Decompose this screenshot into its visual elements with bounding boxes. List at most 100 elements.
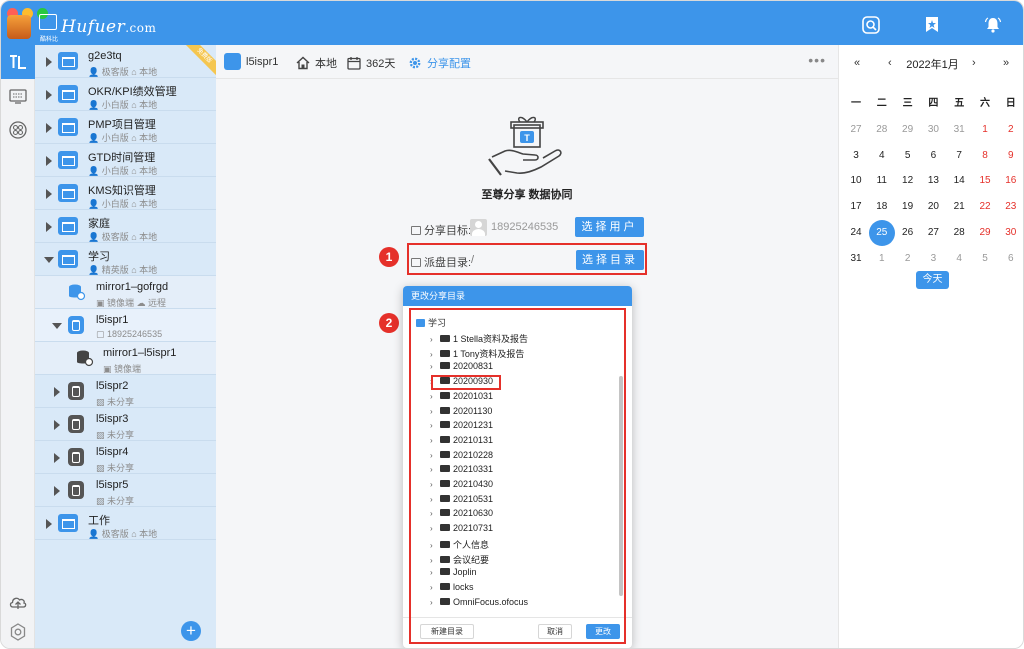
expand-arrow-icon[interactable] (46, 222, 52, 232)
add-workspace-button[interactable]: + (181, 621, 201, 641)
expand-arrow-icon[interactable] (46, 156, 52, 166)
logo-icon (10, 55, 26, 69)
pin-icon[interactable] (923, 16, 941, 34)
tree-node-l5ispr5[interactable]: l5ispr5 ▨ 未分享 (35, 474, 216, 507)
dir-label: 派盘目录: (411, 254, 471, 270)
calendar-day[interactable]: 30 (998, 223, 1023, 243)
calendar-day[interactable]: 6 (920, 146, 946, 166)
tree-node-pmp[interactable]: PMP项目管理 👤 小白版 ⌂ 本地 (35, 111, 216, 144)
calendar-day[interactable]: 16 (998, 171, 1023, 191)
tree-node-mirror-l5ispr1[interactable]: mirror1–l5ispr1 ▣ 镜像端 (35, 342, 216, 375)
tree-node-work[interactable]: 工作 👤 极客版 ⌂ 本地 (35, 507, 216, 540)
next-month-button[interactable]: › (972, 57, 976, 69)
database-icon (66, 283, 86, 301)
calendar-day[interactable]: 27 (920, 223, 946, 243)
calendar-day[interactable]: 12 (895, 171, 921, 191)
gift-share-icon: T (487, 113, 569, 185)
calendar-day[interactable]: 13 (920, 171, 946, 191)
workspace-tree: g2e3tq 👤 极客版 ⌂ 本地 免费版 OKR/KPI绩效管理 👤 小白版 … (35, 45, 216, 648)
calendar-day[interactable]: 25 (868, 220, 895, 246)
calendar-day[interactable]: 2 (998, 120, 1023, 140)
app-thumbnail-icon[interactable] (7, 15, 31, 39)
calendar-day[interactable]: 23 (998, 197, 1023, 217)
rail-item-keyboard[interactable] (1, 79, 35, 113)
calendar-day[interactable]: 11 (869, 171, 895, 191)
calendar-day[interactable]: 28 (946, 223, 972, 243)
tree-node-okr[interactable]: OKR/KPI绩效管理 👤 小白版 ⌂ 本地 (35, 78, 216, 111)
calendar-day[interactable]: 10 (843, 171, 869, 191)
expand-arrow-icon[interactable] (46, 123, 52, 133)
expand-arrow-icon[interactable] (54, 486, 60, 496)
collapse-arrow-icon[interactable] (44, 257, 54, 263)
next-year-button[interactable]: » (1003, 57, 1009, 69)
rail-item-home[interactable] (1, 45, 35, 79)
calendar-day[interactable]: 27 (843, 120, 869, 140)
folder-image-icon (411, 258, 421, 267)
calendar-day[interactable]: 4 (946, 249, 972, 269)
tree-node-l5ispr2[interactable]: l5ispr2 ▨ 未分享 (35, 375, 216, 408)
tree-node-g2e3tq[interactable]: g2e3tq 👤 极客版 ⌂ 本地 免费版 (35, 45, 216, 78)
bell-icon[interactable] (984, 16, 1002, 34)
more-options-button[interactable]: ••• (808, 52, 826, 68)
tree-node-mirror-gofrgd[interactable]: mirror1–gofrgd ▣ 镜像端 ☁ 远程 (35, 276, 216, 309)
calendar-day[interactable]: 17 (843, 197, 869, 217)
node-title: mirror1–gofrgd (96, 281, 169, 293)
calendar-day[interactable]: 22 (972, 197, 998, 217)
tree-node-gtd[interactable]: GTD时间管理 👤 小白版 ⌂ 本地 (35, 144, 216, 177)
calendar-day[interactable]: 31 (843, 249, 869, 269)
calendar-day[interactable]: 21 (946, 197, 972, 217)
calendar-day[interactable]: 19 (895, 197, 921, 217)
calendar-day[interactable]: 4 (869, 146, 895, 166)
expand-arrow-icon[interactable] (46, 519, 52, 529)
calendar-day[interactable]: 2 (895, 249, 921, 269)
tree-node-l5ispr3[interactable]: l5ispr3 ▨ 未分享 (35, 408, 216, 441)
calendar-day[interactable]: 6 (998, 249, 1023, 269)
calendar-day[interactable]: 20 (920, 197, 946, 217)
calendar-day[interactable]: 24 (843, 223, 869, 243)
search-icon[interactable] (862, 16, 880, 34)
node-title: GTD时间管理 (88, 152, 156, 164)
calendar-day[interactable]: 7 (946, 146, 972, 166)
expand-arrow-icon[interactable] (54, 387, 60, 397)
avatar (470, 219, 487, 236)
calendar-day[interactable]: 15 (972, 171, 998, 191)
select-user-button[interactable]: 选择用户 (575, 217, 644, 237)
calendar-day[interactable]: 5 (972, 249, 998, 269)
calendar-day[interactable]: 1 (972, 120, 998, 140)
today-button[interactable]: 今天 (916, 271, 949, 289)
rail-item-settings[interactable] (1, 615, 35, 648)
calendar-day[interactable]: 29 (895, 120, 921, 140)
collapse-arrow-icon[interactable] (52, 323, 62, 329)
share-config-link[interactable]: 分享配置 (408, 55, 471, 71)
calendar-day[interactable]: 18 (869, 197, 895, 217)
calendar-day[interactable]: 1 (869, 249, 895, 269)
calendar-day[interactable]: 30 (920, 120, 946, 140)
calendar-day[interactable]: 28 (869, 120, 895, 140)
calendar-day[interactable]: 8 (972, 146, 998, 166)
tree-node-kms[interactable]: KMS知识管理 👤 小白版 ⌂ 本地 (35, 177, 216, 210)
tree-node-l5ispr4[interactable]: l5ispr4 ▨ 未分享 (35, 441, 216, 474)
calendar-day-label: 7 (956, 149, 962, 161)
expand-arrow-icon[interactable] (46, 90, 52, 100)
calendar-day[interactable]: 14 (946, 171, 972, 191)
select-dir-button[interactable]: 选择目录 (576, 250, 644, 270)
calendar-day[interactable]: 9 (998, 146, 1023, 166)
calendar-day[interactable]: 3 (843, 146, 869, 166)
expand-arrow-icon[interactable] (54, 453, 60, 463)
tree-node-family[interactable]: 家庭 👤 极客版 ⌂ 本地 (35, 210, 216, 243)
calendar-day-label: 6 (1008, 252, 1014, 264)
expand-arrow-icon[interactable] (46, 57, 52, 67)
tree-node-study[interactable]: 学习 👤 精英版 ⌂ 本地 (35, 243, 216, 276)
calendar-day[interactable]: 29 (972, 223, 998, 243)
tree-node-l5ispr1[interactable]: l5ispr1 ▢ 18925246535 (35, 309, 216, 342)
calendar-day[interactable]: 5 (895, 146, 921, 166)
calendar-day[interactable]: 3 (920, 249, 946, 269)
rail-item-cloud-upload[interactable] (1, 585, 35, 619)
expand-arrow-icon[interactable] (54, 420, 60, 430)
rail-item-grid[interactable] (1, 113, 35, 147)
calendar-day-label: 5 (904, 149, 911, 161)
calendar-day[interactable]: 26 (895, 223, 921, 243)
calendar-day[interactable]: 31 (946, 120, 972, 140)
node-title: l5ispr4 (96, 446, 129, 458)
expand-arrow-icon[interactable] (46, 189, 52, 199)
